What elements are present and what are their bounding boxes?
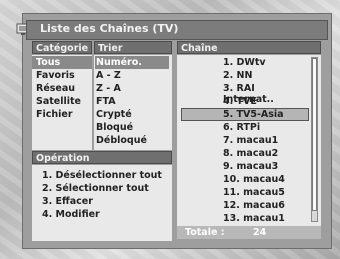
total-count: 24 xyxy=(253,227,267,238)
sort-header: Trier xyxy=(94,41,172,54)
total-label: Totale : xyxy=(185,227,225,238)
channel-header: Chaîne xyxy=(177,41,321,54)
channel-item-selected[interactable]: 5. TV5-Asia xyxy=(186,109,296,120)
category-item-favoris[interactable]: Favoris xyxy=(36,70,75,81)
channel-item[interactable]: 1. DWtv xyxy=(186,57,296,68)
channel-item[interactable]: 8. macau2 xyxy=(186,148,296,159)
sort-item-crypte[interactable]: Crypté xyxy=(96,109,132,120)
channel-item[interactable]: 6. RTPi xyxy=(186,122,296,133)
total-footer: Totale : 24 xyxy=(177,226,321,239)
category-item-fichier[interactable]: Fichier xyxy=(36,109,73,120)
sort-item-bloque[interactable]: Bloqué xyxy=(96,122,133,133)
channel-item[interactable]: 13. macau1 xyxy=(186,213,296,224)
sort-item-z-a[interactable]: Z - A xyxy=(96,83,121,94)
operation-deselect-all[interactable]: 1. Désélectionner tout xyxy=(42,170,162,181)
operation-header: Opération xyxy=(32,151,172,164)
window-title: Liste des Chaînes (TV) xyxy=(40,22,179,35)
category-item-tous[interactable]: Tous xyxy=(36,57,60,68)
sort-item-debloque[interactable]: Débloqué xyxy=(96,135,147,146)
sort-item-a-z[interactable]: A - Z xyxy=(96,70,121,81)
category-item-reseau[interactable]: Réseau xyxy=(36,83,75,94)
sort-item-numero[interactable]: Numéro. xyxy=(96,57,142,68)
category-header: Catégorie xyxy=(32,41,92,54)
channel-item[interactable]: 7. macau1 xyxy=(186,135,296,146)
channel-item[interactable]: 4. TVE xyxy=(186,96,296,107)
channel-item[interactable]: 11. macau5 xyxy=(186,187,296,198)
operation-select-all[interactable]: 2. Sélectionner tout xyxy=(42,183,149,194)
sort-item-fta[interactable]: FTA xyxy=(96,96,116,107)
channel-item[interactable]: 12. macau6 xyxy=(186,200,296,211)
category-item-satellite[interactable]: Satellite xyxy=(36,96,81,107)
channel-item[interactable]: 10. macau4 xyxy=(186,174,296,185)
channel-item[interactable]: 9. macau3 xyxy=(186,161,296,172)
channel-scrollbar-thumb[interactable] xyxy=(312,58,317,211)
operation-modify[interactable]: 4. Modifier xyxy=(42,209,100,220)
operation-delete[interactable]: 3. Effacer xyxy=(42,196,93,207)
channel-item[interactable]: 2. NN xyxy=(186,70,296,81)
